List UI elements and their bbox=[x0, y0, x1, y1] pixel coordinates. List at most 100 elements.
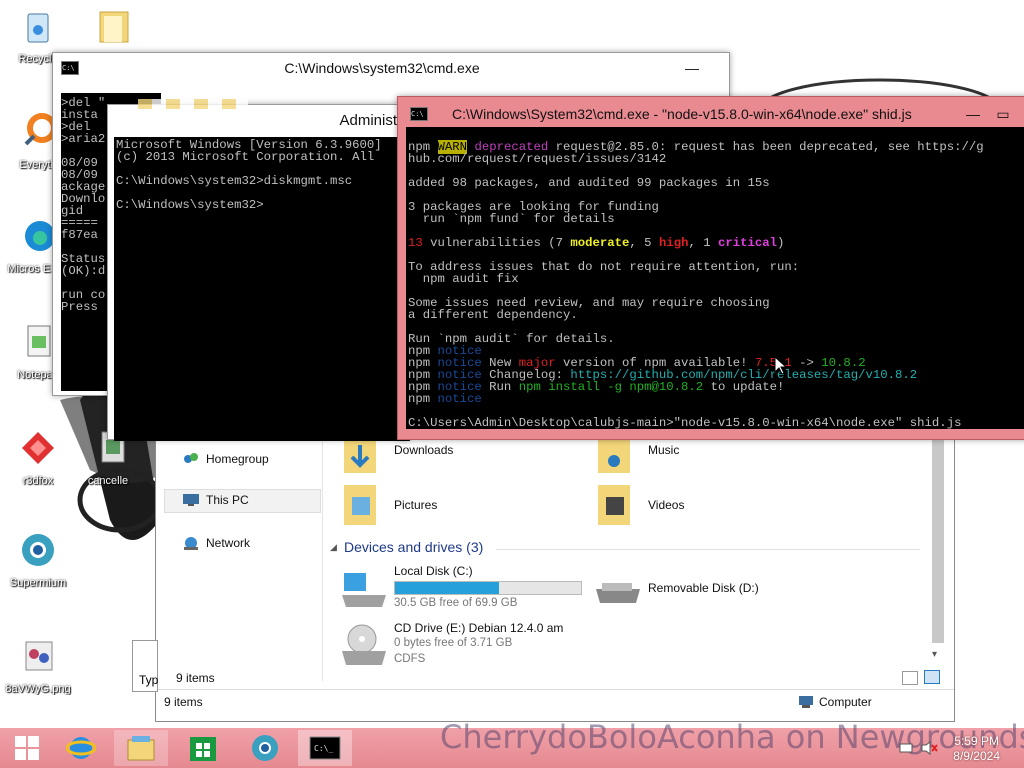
mouse-cursor-icon bbox=[774, 356, 788, 375]
cmd-node-titlebar[interactable]: C:\ C:\Windows\System32\cmd.exe - "node-… bbox=[398, 97, 1024, 131]
homegroup-icon bbox=[184, 453, 198, 463]
console-line: a different dependency. bbox=[408, 308, 578, 322]
console-line: 13 vulnerabilities (7 moderate, 5 high, … bbox=[408, 236, 784, 250]
computer-status-icon bbox=[799, 696, 813, 708]
system-clock[interactable]: 5:59 PM 8/9/2024 bbox=[953, 734, 1000, 764]
file-explorer-window[interactable]: Homegroup This PC Network Downloads Musi… bbox=[155, 420, 955, 722]
taskbar-supermium-button[interactable] bbox=[238, 730, 292, 766]
cmd-icon: C:\ bbox=[410, 107, 428, 121]
console-line: (c) 2013 Microsoft Corporation. All bbox=[116, 150, 375, 164]
desktop-icon-image[interactable]: 8aVWyG.png bbox=[2, 636, 74, 695]
desktop-icon-label: r3dfox bbox=[22, 475, 54, 487]
r3dfox-icon bbox=[22, 432, 54, 464]
folder-pictures-label[interactable]: Pictures bbox=[394, 498, 437, 512]
cmd-admin-console[interactable]: Microsoft Windows [Version 6.3.9600] (c) … bbox=[114, 137, 410, 441]
desktop-icon-label: cancelle bbox=[87, 475, 129, 487]
supermium-icon bbox=[252, 735, 278, 761]
drive-c-free: 30.5 GB free of 69.9 GB bbox=[394, 597, 518, 609]
tiles-view-icon[interactable] bbox=[924, 670, 940, 684]
nav-pane-divider bbox=[322, 421, 323, 681]
removable-disk-icon bbox=[596, 583, 640, 603]
cmd-icon: C:\ bbox=[61, 61, 79, 75]
folder-music-label[interactable]: Music bbox=[648, 443, 679, 457]
update-command: npm install -g npm@10.8.2 bbox=[518, 380, 704, 394]
drive-d-name[interactable]: Removable Disk (D:) bbox=[648, 581, 759, 595]
devices-header-line bbox=[496, 549, 920, 550]
folder-videos-label[interactable]: Videos bbox=[648, 498, 684, 512]
supermium-icon bbox=[22, 534, 54, 566]
nav-label: This PC bbox=[206, 493, 249, 507]
cmd-back-titlebar[interactable]: C:\ C:\Windows\system32\cmd.exe — bbox=[53, 53, 729, 83]
npm-prefix: npm bbox=[408, 392, 431, 406]
taskbar-cmd-button[interactable]: C:\_ bbox=[298, 730, 352, 766]
status-computer-label: Computer bbox=[819, 695, 872, 709]
windows-logo-icon bbox=[15, 736, 39, 760]
explorer-statusbar bbox=[156, 689, 954, 690]
console-prompt: C:\Users\Admin\Desktop\calubjs-main>"nod… bbox=[408, 416, 962, 429]
desktop-icon-folder[interactable] bbox=[78, 6, 150, 51]
console-line: hub.com/request/request/issues/3142 bbox=[408, 152, 667, 166]
vuln-moderate: moderate bbox=[570, 236, 630, 250]
drive-c-usage-bar bbox=[394, 581, 582, 595]
scroll-down-arrow[interactable]: ▾ bbox=[932, 649, 937, 660]
desktop-icon-label: Supermium bbox=[9, 577, 67, 589]
store-icon bbox=[190, 737, 216, 761]
cmd-window-node[interactable]: C:\ C:\Windows\System32\cmd.exe - "node-… bbox=[397, 96, 1024, 440]
vuln-high: high bbox=[658, 236, 689, 250]
nav-this-pc[interactable]: This PC bbox=[182, 493, 249, 507]
console-text: vulnerabilities (7 bbox=[422, 236, 571, 250]
pictures-folder-icon bbox=[344, 485, 376, 525]
drive-e-free: 0 bytes free of 3.71 GB bbox=[394, 637, 513, 649]
clock-date: 8/9/2024 bbox=[953, 749, 1000, 763]
explorer-scrollbar[interactable] bbox=[932, 421, 944, 643]
window-title: Administr bbox=[339, 111, 402, 129]
tray-network-icon[interactable] bbox=[898, 740, 914, 756]
clock-time: 5:59 PM bbox=[954, 734, 999, 748]
minimize-button[interactable]: — bbox=[677, 58, 707, 78]
console-line: added 98 packages, and audited 99 packag… bbox=[408, 176, 770, 190]
tray-volume-muted-icon[interactable] bbox=[920, 740, 938, 756]
vuln-critical: critical bbox=[718, 236, 778, 250]
window-title: C:\Windows\system32\cmd.exe bbox=[284, 60, 480, 76]
devices-header[interactable]: Devices and drives (3) bbox=[344, 539, 483, 555]
console-text: Run bbox=[481, 380, 519, 394]
image-file-icon bbox=[25, 641, 53, 671]
command-prompt-icon: C:\_ bbox=[309, 736, 341, 760]
svg-text:C:\_: C:\_ bbox=[314, 744, 333, 753]
local-disk-icon bbox=[342, 573, 386, 607]
drive-c-name[interactable]: Local Disk (C:) bbox=[394, 564, 473, 578]
internet-explorer-icon bbox=[66, 737, 96, 759]
drive-e-name[interactable]: CD Drive (E:) Debian 12.4.0 am bbox=[394, 621, 563, 635]
item-count-outer: 9 items bbox=[164, 695, 203, 709]
minimize-button[interactable]: — bbox=[958, 104, 988, 124]
notice-label: notice bbox=[430, 392, 482, 406]
folder-icon bbox=[99, 11, 129, 43]
details-view-icon[interactable] bbox=[902, 671, 918, 685]
desktop-icon-r3dfox[interactable]: r3dfox bbox=[2, 428, 74, 487]
taskbar-store-button[interactable] bbox=[176, 730, 230, 766]
nav-label: Homegroup bbox=[206, 452, 269, 466]
start-button[interactable] bbox=[0, 730, 54, 766]
console-text: ) bbox=[777, 236, 785, 250]
file-explorer-icon bbox=[127, 736, 155, 761]
nav-network[interactable]: Network bbox=[182, 535, 250, 551]
drive-e-fs: CDFS bbox=[394, 653, 426, 665]
devices-collapse-chevron[interactable]: ◢ bbox=[330, 542, 337, 553]
cmd-admin-titlebar[interactable]: Administr bbox=[108, 105, 408, 135]
cmd-node-console[interactable]: npm WARN deprecated request@2.85.0: requ… bbox=[406, 127, 1024, 429]
cmd-window-admin[interactable]: Administr Microsoft Windows [Version 6.3… bbox=[107, 99, 410, 441]
network-icon bbox=[184, 537, 198, 550]
window-title: C:\Windows\System32\cmd.exe - "node-v15.… bbox=[452, 106, 912, 122]
taskbar-ie-button[interactable] bbox=[54, 730, 108, 766]
videos-folder-icon bbox=[598, 485, 630, 525]
maximize-button[interactable]: ▭ bbox=[988, 104, 1018, 124]
console-line: run `npm fund` for details bbox=[408, 212, 615, 226]
desktop-icon-supermium[interactable]: Supermium bbox=[2, 530, 74, 589]
item-count-inner: 9 items bbox=[176, 671, 215, 685]
taskbar-explorer-button[interactable] bbox=[114, 730, 168, 766]
drive-c-usage-fill bbox=[395, 582, 500, 594]
folder-downloads-label[interactable]: Downloads bbox=[394, 443, 453, 457]
nav-homegroup[interactable]: Homegroup bbox=[182, 451, 269, 467]
console-line: C:\Windows\system32> bbox=[116, 198, 264, 212]
console-text: to update! bbox=[703, 380, 785, 394]
